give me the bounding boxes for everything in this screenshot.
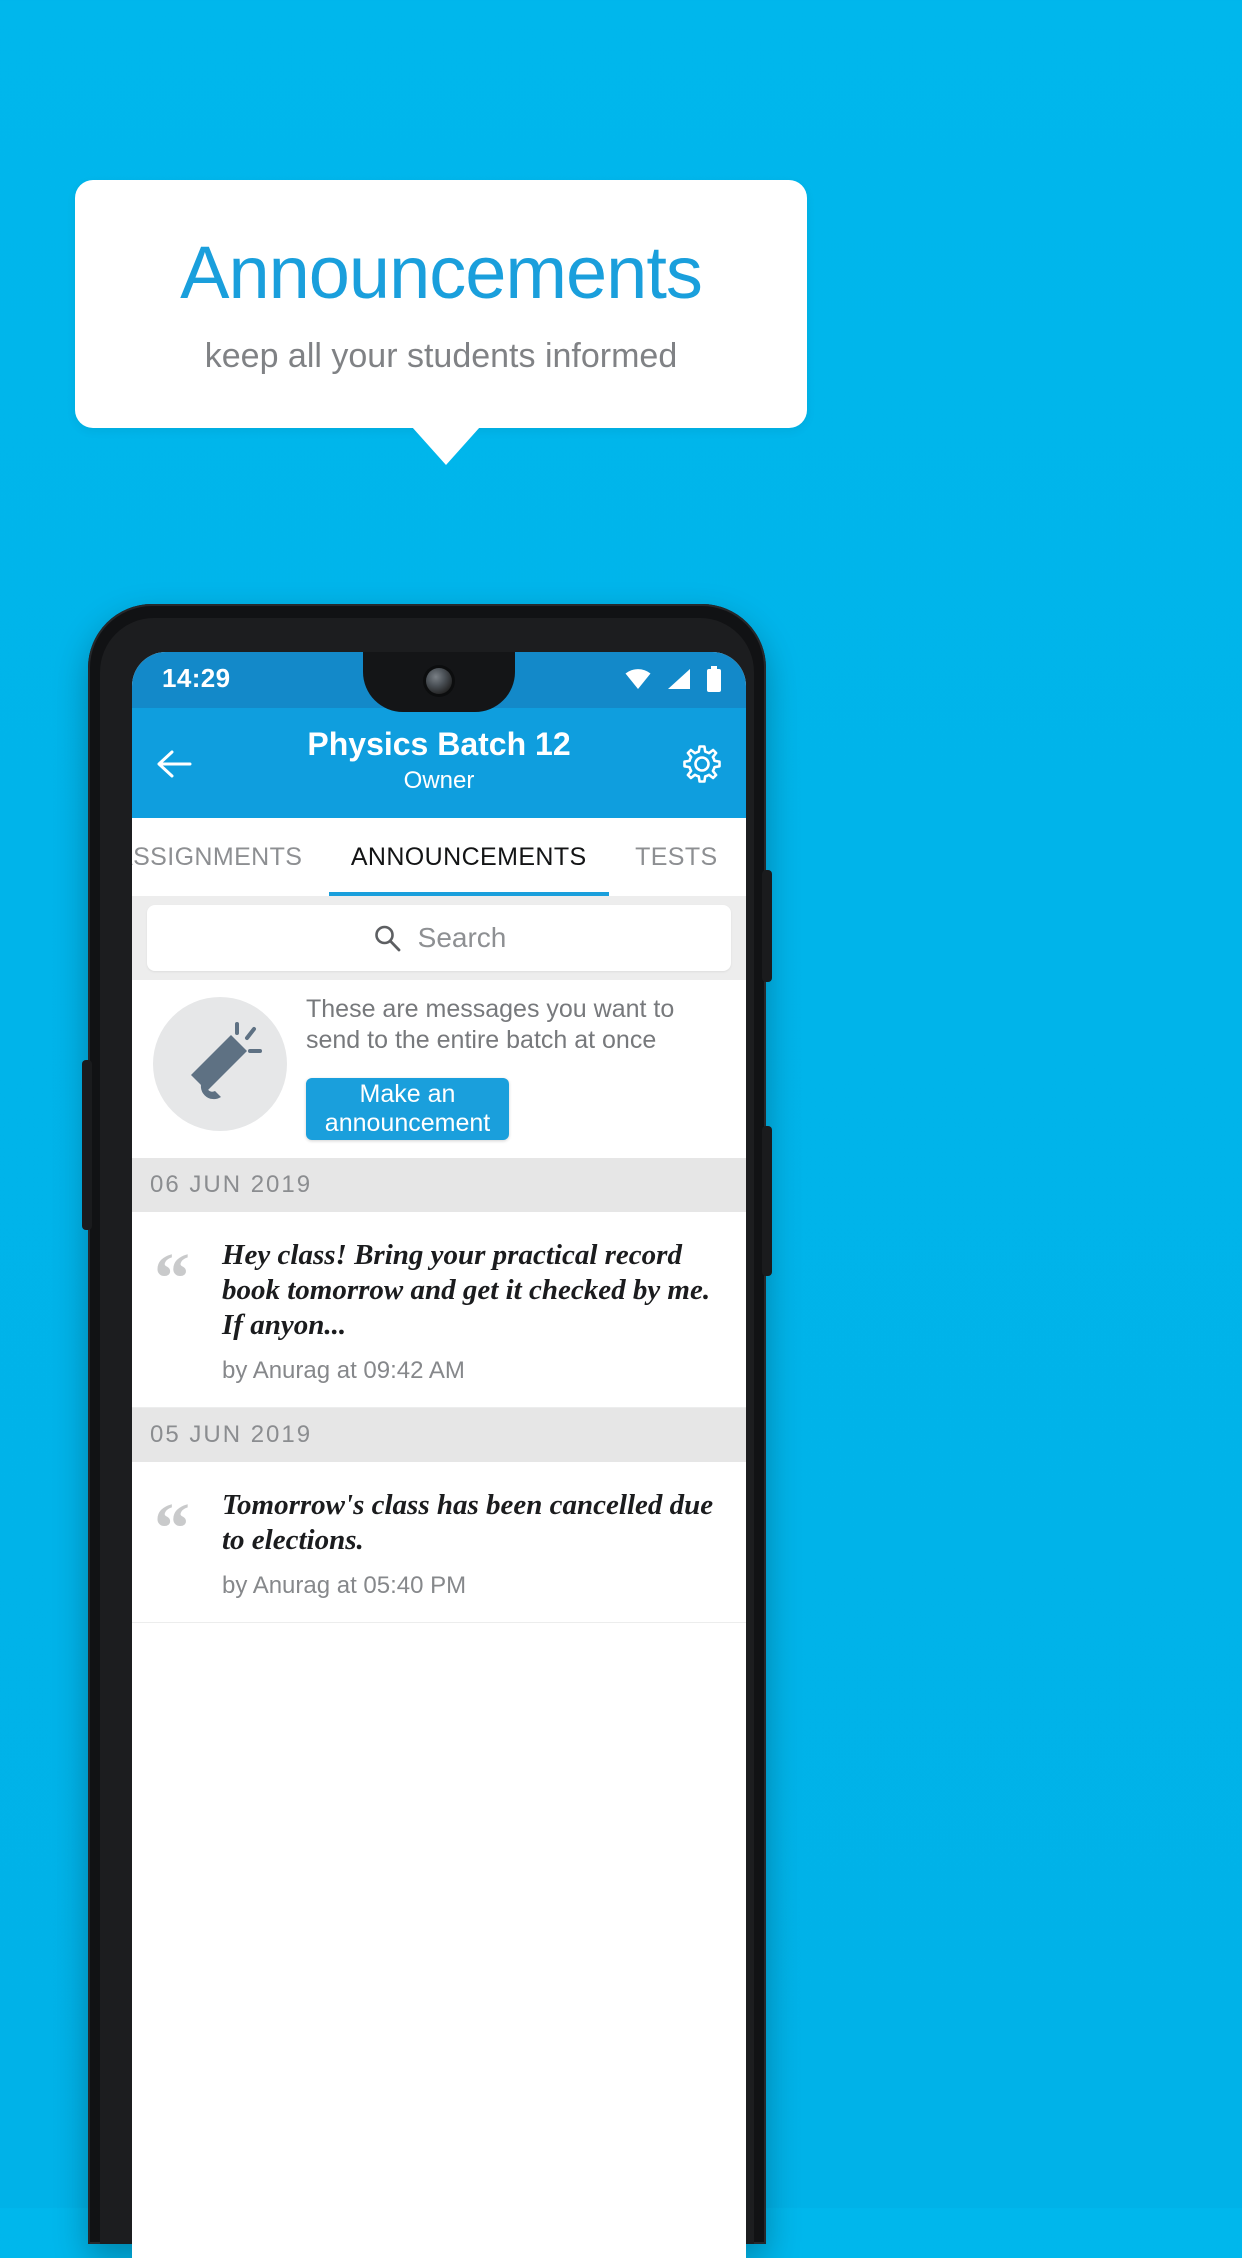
phone-bezel: 14:29 Physics Batch 12 Owner ASSIGNMENTS… — [100, 618, 754, 2258]
announcement-meta: by Anurag at 09:42 AM — [222, 1357, 465, 1384]
search-icon — [374, 925, 401, 952]
phone-button-power[interactable] — [762, 870, 772, 982]
wifi-icon — [625, 669, 651, 689]
tab-announcements[interactable]: ANNOUNCEMENTS — [329, 818, 609, 896]
make-announcement-button[interactable]: Make an announcement — [306, 1078, 509, 1140]
tab-overflow[interactable]: V — [744, 818, 746, 896]
back-arrow-icon[interactable] — [154, 744, 194, 784]
announcement-text: Hey class! Bring your practical record b… — [222, 1239, 711, 1341]
list-item-body: Hey class! Bring your practical record b… — [222, 1238, 728, 1385]
search-bar-container: Search — [132, 896, 746, 980]
gear-icon[interactable] — [680, 742, 724, 786]
announcement-promo: These are messages you want to send to t… — [132, 980, 746, 1158]
tab-list: ASSIGNMENTS ANNOUNCEMENTS TESTS V — [132, 818, 746, 896]
page-title: Announcements — [180, 231, 703, 314]
search-input[interactable]: Search — [147, 905, 731, 971]
battery-icon — [707, 666, 721, 692]
phone-button-volume[interactable] — [762, 1126, 772, 1276]
announcement-meta: by Anurag at 05:40 PM — [222, 1572, 467, 1599]
list-item-body: Tomorrow's class has been cancelled due … — [222, 1488, 728, 1600]
speech-bubble-tail — [412, 427, 480, 465]
front-camera-icon — [426, 668, 452, 694]
phone-frame: 14:29 Physics Batch 12 Owner ASSIGNMENTS… — [82, 604, 772, 2258]
phone-screen: 14:29 Physics Batch 12 Owner ASSIGNMENTS… — [132, 652, 746, 2258]
announcement-list: 06 JUN 2019 “ Hey class! Bring your prac… — [132, 1158, 746, 2258]
announcement-text: Tomorrow's class has been cancelled due … — [222, 1489, 714, 1556]
signal-icon — [668, 669, 690, 689]
search-placeholder: Search — [417, 922, 507, 953]
status-bar-time: 14:29 — [162, 663, 231, 693]
phone-button-left[interactable] — [82, 1060, 92, 1230]
date-header: 06 JUN 2019 — [132, 1158, 746, 1212]
page-subtitle: keep all your students informed — [204, 337, 678, 375]
megaphone-icon-container — [153, 997, 287, 1131]
list-item[interactable]: “ Tomorrow's class has been cancelled du… — [132, 1462, 746, 1623]
date-header: 05 JUN 2019 — [132, 1408, 746, 1462]
quote-icon: “ — [154, 1488, 190, 1568]
announcement-promo-text: These are messages you want to send to t… — [306, 995, 675, 1054]
tab-tests[interactable]: TESTS — [613, 818, 740, 896]
app-bar-subtitle: Owner — [403, 767, 475, 794]
list-item[interactable]: “ Hey class! Bring your practical record… — [132, 1212, 746, 1408]
megaphone-icon — [191, 1022, 262, 1100]
promo-card: Announcements keep all your students inf… — [75, 180, 807, 428]
app-bar: Physics Batch 12 Owner — [132, 708, 746, 818]
phone-notch — [363, 652, 515, 712]
tab-assignments[interactable]: ASSIGNMENTS — [132, 818, 324, 896]
app-bar-title: Physics Batch 12 — [307, 726, 571, 762]
tab-bar: ASSIGNMENTS ANNOUNCEMENTS TESTS V — [132, 818, 746, 896]
status-bar-icons — [624, 666, 722, 692]
quote-icon: “ — [154, 1238, 190, 1318]
